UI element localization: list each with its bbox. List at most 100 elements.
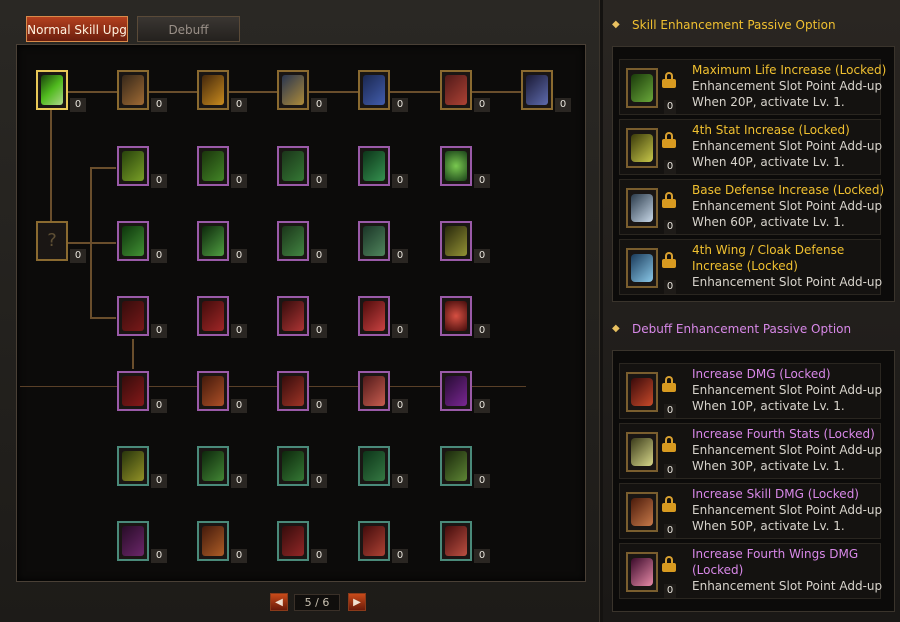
skill-node[interactable]: 0 [117,446,167,488]
lock-icon [662,496,676,512]
point-count: 0 [151,399,167,413]
skill-node[interactable]: 0 [197,70,247,112]
skill-node[interactable]: 0 [358,371,408,413]
skill-node[interactable]: 0 [277,446,327,488]
skill-node[interactable]: 0 [277,521,327,563]
skill-node[interactable]: 0 [197,296,247,338]
option-title-cont: Increase (Locked) [692,259,798,273]
passive-option[interactable]: 0 Increase Skill DMG (Locked) Enhancemen… [619,483,883,539]
prev-page-button[interactable]: ◀ [270,593,288,611]
option-activation: When 60P, activate Lv. 1. [692,215,845,229]
point-count: 0 [231,174,247,188]
question-mark-icon: ? [41,226,63,256]
lock-icon [662,436,676,452]
option-activation: When 20P, activate Lv. 1. [692,95,845,109]
point-count: 0 [392,174,408,188]
option-title: Maximum Life Increase (Locked) [692,63,887,77]
skill-node[interactable]: 0 [358,446,408,488]
passive-option[interactable]: 0 Increase DMG (Locked) Enhancement Slot… [619,363,882,419]
point-count: 0 [311,474,327,488]
skill-node[interactable]: 0 [197,446,247,488]
pagination: ◀ 5 / 6 ▶ [270,593,366,613]
skill-node[interactable]: 0 [440,146,490,188]
point-count: 0 [474,399,490,413]
tab-normal-skill-upg[interactable]: Normal Skill Upg [26,16,128,42]
skill-node[interactable]: 0 [521,70,571,112]
passive-option[interactable]: 0 4th Wing / Cloak Defense Increase (Loc… [619,239,883,295]
skill-node[interactable]: 0 [277,221,327,263]
passive-option[interactable]: 0 Base Defense Increase (Locked) Enhance… [619,179,885,235]
skill-node[interactable]: 0 [197,146,247,188]
skill-node[interactable]: 0 [358,221,408,263]
point-count: 0 [474,324,490,338]
skill-node[interactable]: 0 [277,296,327,338]
lock-icon [662,252,676,268]
skill-node[interactable]: 0 [197,371,247,413]
skill-node[interactable]: 0 [358,70,408,112]
skill-node[interactable]: 0 [358,296,408,338]
skill-node-root[interactable]: 0 [36,70,86,112]
debuff-options-box: 0 Increase DMG (Locked) Enhancement Slot… [612,350,895,612]
option-activation: When 50P, activate Lv. 1. [692,519,845,533]
passive-option[interactable]: 0 Increase Fourth Wings DMG (Locked) Enh… [619,543,882,599]
point-count: 0 [474,174,490,188]
point-count: 0 [311,324,327,338]
skill-node[interactable]: 0 [117,296,167,338]
skill-node[interactable]: 0 [197,521,247,563]
option-title: 4th Wing / Cloak Defense [692,243,845,257]
option-desc: Enhancement Slot Point Add-up [692,503,883,517]
skill-node[interactable]: 0 [277,70,327,112]
option-count: 0 [664,524,676,538]
skill-node[interactable]: 0 [440,521,490,563]
point-count: 0 [311,549,327,563]
point-count: 0 [231,324,247,338]
option-icon [626,128,658,168]
skill-node[interactable]: 0 [117,146,167,188]
connector-line [132,339,134,369]
connector-line [50,110,52,222]
skill-node[interactable]: 0 [277,371,327,413]
point-count: 0 [70,98,86,112]
option-title: Base Defense Increase (Locked) [692,183,885,197]
option-desc: Enhancement Slot Point Add-up [692,199,883,213]
option-desc: Enhancement Slot Point Add-up [692,139,883,153]
connector-line [90,242,116,244]
skill-node[interactable]: 0 [197,221,247,263]
skill-node[interactable]: 0 [117,221,167,263]
skill-node[interactable]: 0 [358,521,408,563]
tab-debuff-explosion[interactable]: Debuff Explosion [137,16,240,63]
skill-node[interactable]: 0 [440,221,490,263]
skill-node[interactable]: 0 [440,296,490,338]
skill-node[interactable]: 0 [440,70,490,112]
lock-icon [662,376,676,392]
point-count: 0 [474,549,490,563]
diamond-bullet-icon: ◆ [612,323,620,334]
passive-option[interactable]: 0 Increase Fourth Stats (Locked) Enhance… [619,423,882,479]
page-indicator: 5 / 6 [294,594,340,611]
option-count: 0 [664,280,676,294]
lock-icon [662,556,676,572]
point-count: 0 [231,399,247,413]
skill-node[interactable]: 0 [117,521,167,563]
point-count: 0 [311,174,327,188]
next-page-button[interactable]: ▶ [348,593,366,611]
point-count: 0 [151,474,167,488]
skill-node[interactable]: 0 [358,146,408,188]
point-count: 0 [231,98,247,112]
skill-node[interactable]: 0 [440,446,490,488]
option-title: Increase Fourth Wings DMG [692,547,859,561]
lock-icon [662,192,676,208]
option-icon [626,248,658,288]
option-desc: Enhancement Slot Point Add-up [692,275,883,289]
point-count: 0 [474,474,490,488]
point-count: 0 [392,324,408,338]
skill-node[interactable]: 0 [277,146,327,188]
passive-option[interactable]: 0 4th Stat Increase (Locked) Enhancement… [619,119,883,175]
skill-node[interactable]: 0 [117,70,167,112]
point-count: 0 [311,399,327,413]
skill-node[interactable]: 0 [117,371,167,413]
skill-node[interactable]: 0 [440,371,490,413]
passive-option[interactable]: 0 Maximum Life Increase (Locked) Enhance… [619,59,886,115]
point-count: 0 [151,249,167,263]
locked-skill-node[interactable]: ? 0 [36,221,86,263]
